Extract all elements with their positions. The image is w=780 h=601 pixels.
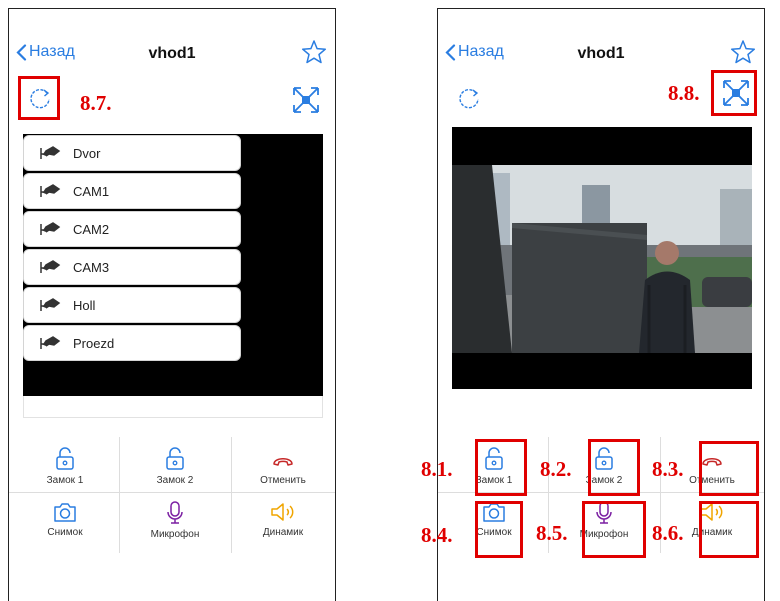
camera-icon (40, 260, 61, 273)
divider (119, 437, 120, 553)
snapshot-button[interactable]: Снимок (11, 501, 119, 557)
lock-icon (166, 447, 184, 470)
camera-icon (40, 184, 61, 197)
right-phone-screen: Назад vhod1 8.8. Замок 1 Замок 2 Отменит… (421, 8, 765, 601)
cancel-callout-box (699, 441, 759, 496)
left-phone-screen: Назад vhod1 8.7. Dvor CAM1 CAM2 CAM3 Hol… (8, 8, 336, 601)
camera-list-item[interactable]: CAM1 (23, 173, 241, 209)
fullscreen-icon[interactable] (291, 85, 321, 115)
speaker-callout-box (699, 501, 759, 558)
microphone-icon (167, 501, 183, 524)
phone-hangup-icon (273, 458, 293, 466)
page-title: vhod1 (148, 45, 196, 62)
star-icon[interactable] (301, 39, 327, 65)
camera-list-item[interactable]: Proezd (23, 325, 241, 361)
star-icon[interactable] (730, 39, 756, 65)
microphone-button[interactable]: Микрофон (121, 501, 229, 557)
lock2-callout-box (588, 439, 640, 496)
cancel-callout-label: 8.3. (652, 457, 684, 481)
camera-list-item[interactable]: Holl (23, 287, 241, 323)
snapshot-callout-label: 8.4. (421, 523, 453, 547)
page-title: vhod1 (577, 45, 625, 62)
video-frame-image (452, 165, 752, 353)
snapshot-callout-box (475, 501, 523, 558)
lock1-callout-box (475, 439, 527, 496)
video-feed[interactable] (452, 127, 752, 389)
camera-list-item[interactable]: Dvor (23, 135, 241, 171)
lock2-callout-label: 8.2. (540, 457, 572, 481)
camera-icon (40, 146, 61, 159)
cancel-button[interactable]: Отменить (229, 451, 337, 507)
photo-camera-icon (54, 503, 76, 522)
camera-list-item[interactable]: CAM3 (23, 249, 241, 285)
camera-list-item[interactable]: CAM2 (23, 211, 241, 247)
microphone-callout-label: 8.5. (536, 521, 568, 545)
control-grid: Замок 1 Замок 2 Отменить Снимок Микрофон… (9, 437, 335, 553)
refresh-callout-label: 8.7. (80, 91, 112, 115)
refresh-icon[interactable] (456, 86, 482, 112)
video-area-frame (23, 396, 323, 418)
speaker-button[interactable]: Динамик (229, 501, 337, 557)
lock2-button[interactable]: Замок 2 (121, 447, 229, 503)
refresh-callout-box (18, 76, 60, 120)
fullscreen-callout-box (711, 70, 757, 116)
lock1-button[interactable]: Замок 1 (11, 447, 119, 503)
camera-list: Dvor CAM1 CAM2 CAM3 Holl Proezd (23, 135, 241, 363)
camera-icon (40, 222, 61, 235)
lock-icon (56, 447, 74, 470)
camera-icon (40, 298, 61, 311)
speaker-icon (271, 503, 294, 521)
fullscreen-callout-label: 8.8. (668, 81, 700, 105)
lock1-callout-label: 8.1. (421, 457, 453, 481)
camera-icon (40, 336, 61, 349)
microphone-callout-box (582, 501, 646, 558)
speaker-callout-label: 8.6. (652, 521, 684, 545)
